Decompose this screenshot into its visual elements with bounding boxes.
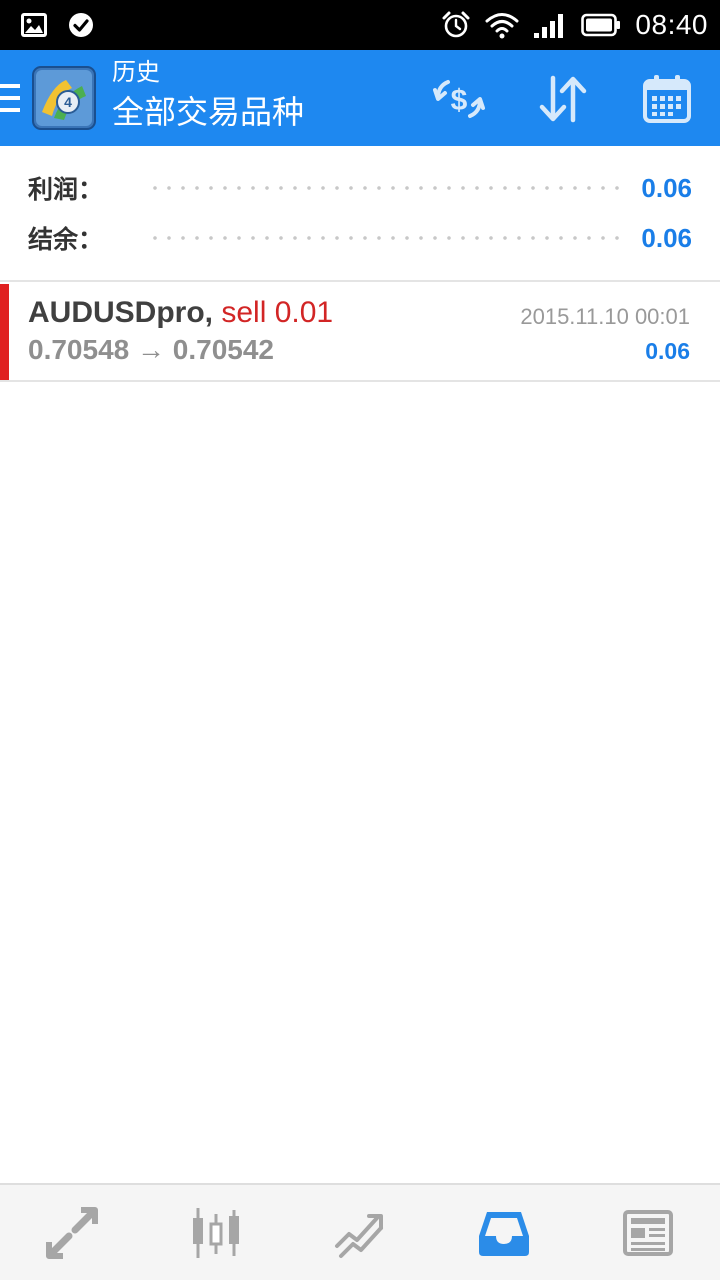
nav-history[interactable] bbox=[432, 1185, 576, 1280]
page-title[interactable]: 全部交易品种 bbox=[112, 90, 304, 134]
menu-icon[interactable] bbox=[0, 84, 20, 114]
sell-marker bbox=[0, 284, 9, 380]
status-bar: 08:40 bbox=[0, 0, 720, 50]
summary-panel: 利润： 0.06 结余： 0.06 bbox=[0, 146, 720, 282]
app-bar: 4 历史 全部交易品种 $ bbox=[0, 50, 720, 146]
trade-time: 2015.11.10 00:01 bbox=[520, 304, 690, 329]
news-icon bbox=[623, 1209, 673, 1256]
trade-symbol: AUDUSDpro, bbox=[28, 296, 213, 329]
nav-quotes[interactable] bbox=[0, 1185, 144, 1280]
nav-news[interactable] bbox=[576, 1185, 720, 1280]
app-logo-icon[interactable]: 4 bbox=[32, 66, 96, 130]
trade-icon bbox=[335, 1213, 383, 1258]
nav-chart[interactable] bbox=[144, 1185, 288, 1280]
image-icon bbox=[21, 13, 47, 37]
profit-row: 利润： 0.06 bbox=[28, 163, 692, 213]
battery-icon bbox=[581, 13, 621, 37]
trade-side: sell 0.01 bbox=[221, 296, 334, 329]
trade-prices: 0.70548 → 0.70542 bbox=[28, 334, 274, 365]
svg-text:$: $ bbox=[451, 84, 468, 117]
quotes-icon bbox=[46, 1206, 98, 1259]
history-icon bbox=[479, 1211, 529, 1256]
wifi-icon bbox=[485, 13, 519, 39]
profit-label: 利润： bbox=[28, 176, 104, 204]
chart-icon bbox=[193, 1207, 239, 1258]
svg-text:4: 4 bbox=[64, 94, 72, 110]
trade-title: AUDUSDpro, sell 0.01 bbox=[28, 296, 333, 330]
dotted-leader bbox=[148, 236, 628, 240]
sort-icon[interactable] bbox=[536, 72, 590, 126]
page-subtitle: 历史 bbox=[112, 59, 160, 86]
balance-row: 结余： 0.06 bbox=[28, 213, 692, 263]
trade-profit: 0.06 bbox=[645, 338, 690, 364]
currency-exchange-icon[interactable]: $ bbox=[432, 72, 486, 126]
check-circle-icon bbox=[69, 13, 93, 37]
profit-value: 0.06 bbox=[641, 172, 692, 203]
bottom-nav bbox=[0, 1183, 720, 1280]
signal-icon bbox=[534, 14, 564, 38]
dotted-leader bbox=[148, 186, 628, 190]
balance-label: 结余： bbox=[28, 226, 104, 254]
balance-value: 0.06 bbox=[641, 222, 692, 253]
nav-trade[interactable] bbox=[288, 1185, 432, 1280]
status-time: 08:40 bbox=[635, 9, 708, 40]
app-screen: 08:40 4 历史 全部交易品种 $ 利润： 0.06 结余： 0.06 AU… bbox=[0, 0, 720, 1280]
alarm-icon bbox=[442, 11, 470, 38]
calendar-icon[interactable] bbox=[640, 72, 694, 126]
trade-row[interactable]: AUDUSDpro, sell 0.01 0.70548 → 0.70542 2… bbox=[0, 284, 720, 382]
